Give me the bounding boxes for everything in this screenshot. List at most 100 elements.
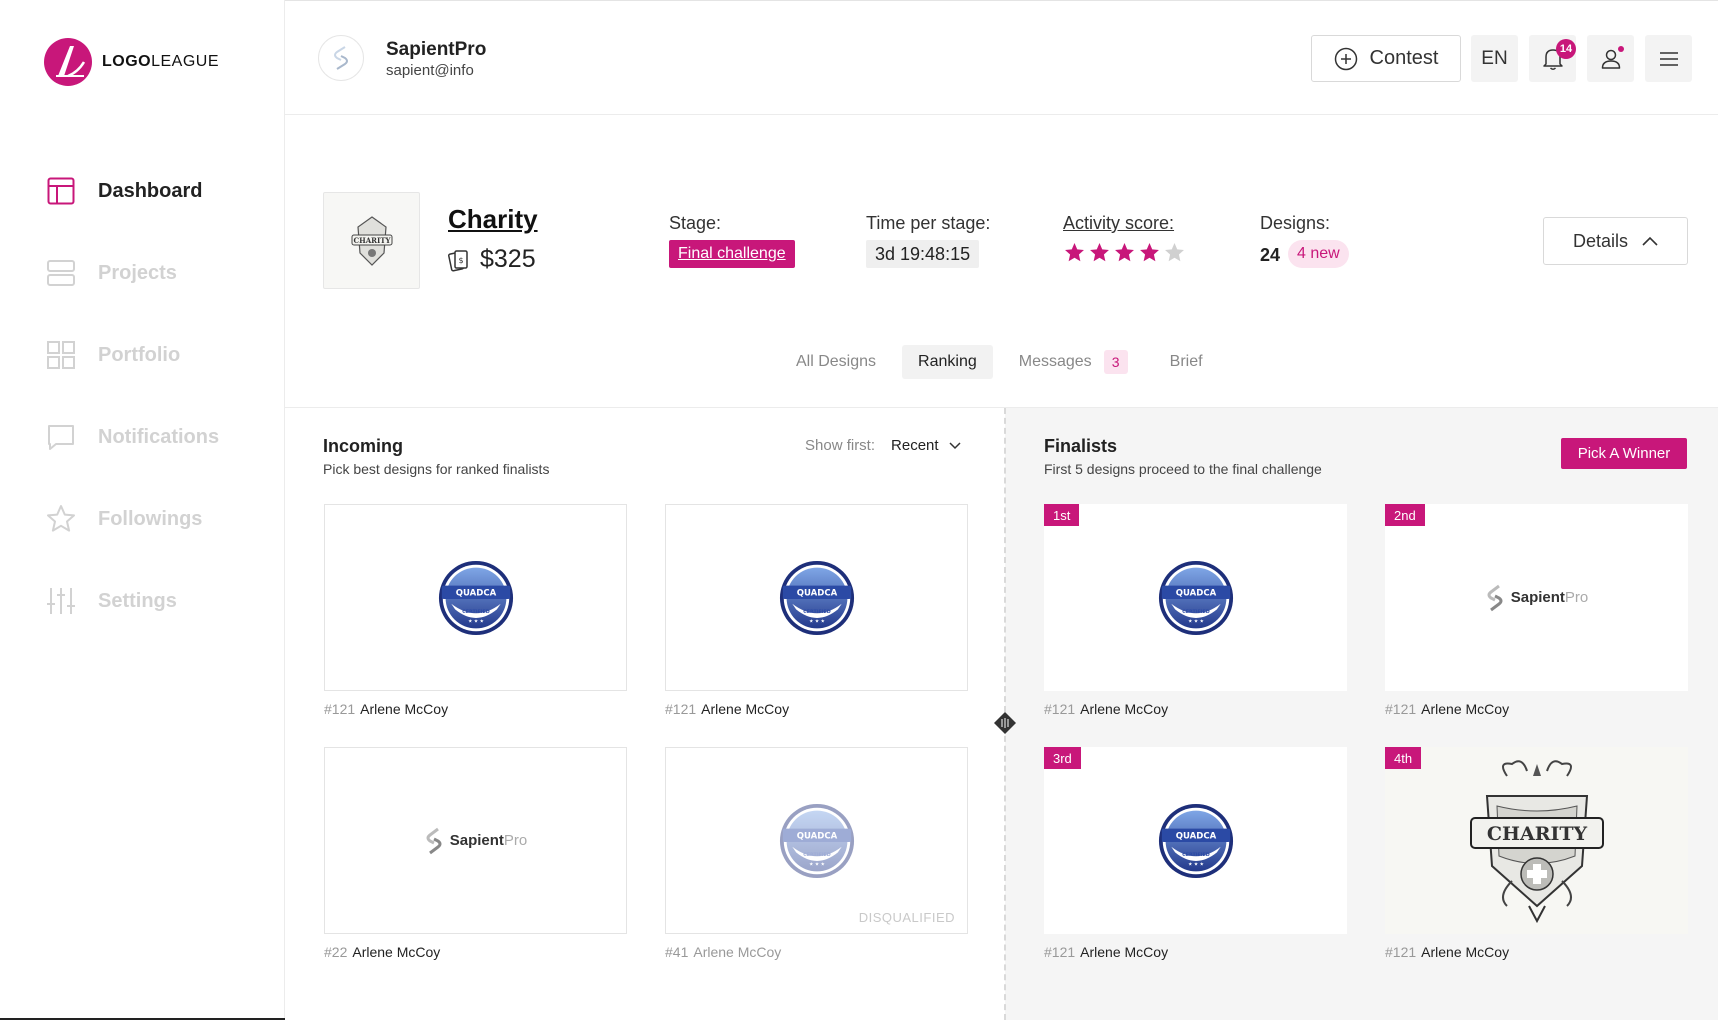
activity-score-label[interactable]: Activity score:	[1063, 213, 1174, 234]
designs-count: 24	[1260, 245, 1281, 265]
incoming-title: Incoming	[323, 436, 403, 456]
messages-count-badge: 3	[1103, 350, 1128, 374]
projects-icon	[46, 258, 76, 288]
sidebar-item-dashboard[interactable]: Dashboard	[46, 176, 219, 206]
star-empty-icon	[1165, 243, 1184, 262]
svg-text:CHARITY: CHARITY	[1486, 823, 1587, 845]
charity-emblem-image: CHARITY	[1469, 759, 1604, 923]
stage-badge[interactable]: Final challenge	[669, 240, 795, 268]
design-meta: #121 Arlene McCoy	[1044, 944, 1169, 960]
sidebar-item-label: Settings	[98, 589, 177, 612]
rank-badge: 2nd	[1385, 504, 1425, 526]
chat-icon	[46, 422, 76, 452]
sidebar-item-followings[interactable]: Followings	[46, 504, 219, 534]
sidebar-item-projects[interactable]: Projects	[46, 258, 219, 288]
new-contest-button[interactable]: Contest	[1311, 35, 1461, 82]
show-first-label: Show first:	[805, 437, 876, 454]
sapientpro-logo-image: Sapient Pro	[424, 827, 527, 855]
design-author: Arlene McCoy	[701, 701, 790, 717]
user-name: SapientPro	[386, 39, 487, 60]
menu-icon	[1659, 51, 1678, 66]
quadca-badge-image	[779, 560, 855, 636]
svg-text:$: $	[458, 256, 463, 265]
sidebar-item-label: Notifications	[98, 425, 220, 448]
sidebar-item-settings[interactable]: Settings	[46, 586, 219, 616]
finalist-design-card[interactable]: 3rd	[1044, 747, 1347, 934]
sapientpro-logo-image: Sapient Pro	[1485, 584, 1588, 612]
sidebar-nav: Dashboard Projects Portfolio Notificatio…	[46, 176, 219, 668]
sapientpro-s-icon	[334, 46, 348, 70]
user-avatar[interactable]	[318, 35, 364, 81]
quadca-badge-image	[779, 803, 855, 879]
design-meta: #121 Arlene McCoy	[1385, 944, 1510, 960]
rank-badge: 3rd	[1044, 747, 1081, 769]
top-header: SapientPro sapient@info Contest EN 14	[285, 0, 1718, 115]
dashboard-icon	[46, 176, 76, 206]
sidebar-item-label: Portfolio	[98, 343, 181, 366]
pick-winner-button[interactable]: Pick A Winner	[1561, 438, 1687, 469]
star-filled-icon	[1065, 243, 1084, 262]
logo-text: LOGOLEAGUE	[102, 53, 220, 70]
design-author: Arlene McCoy	[1080, 944, 1169, 960]
designs-label: Designs:	[1260, 213, 1331, 233]
sliders-icon	[46, 586, 76, 616]
incoming-design-card[interactable]	[324, 504, 627, 691]
sidebar-item-label: Followings	[98, 507, 203, 530]
hamburger-menu-button[interactable]	[1645, 35, 1692, 82]
finalist-design-card[interactable]: 2nd Sapient Pro	[1385, 504, 1688, 691]
rank-badge: 4th	[1385, 747, 1422, 769]
design-meta: #121 Arlene McCoy	[665, 701, 790, 717]
language-selector[interactable]: EN	[1471, 35, 1518, 82]
time-per-stage-label: Time per stage:	[866, 213, 991, 233]
finalist-design-card[interactable]: 1st	[1044, 504, 1347, 691]
design-author: Arlene McCoy	[352, 944, 441, 960]
prize-amount: $325	[480, 245, 536, 273]
finalist-design-card[interactable]: 4th CHARITY	[1385, 747, 1688, 934]
tab-messages[interactable]: Messages 3	[1003, 345, 1144, 379]
finalists-title: Finalists	[1044, 436, 1118, 456]
tab-all-designs[interactable]: All Designs	[780, 345, 892, 379]
design-meta: #121 Arlene McCoy	[324, 701, 449, 717]
portfolio-icon	[46, 340, 76, 370]
quadca-badge-image	[1158, 803, 1234, 879]
disqualified-label: DISQUALIFIED	[858, 910, 955, 925]
sidebar-item-notifications[interactable]: Notifications	[46, 422, 219, 452]
details-button[interactable]: Details	[1543, 217, 1688, 265]
stage-label: Stage:	[669, 213, 722, 233]
plus-circle-icon	[1334, 47, 1357, 70]
contest-button-label: Contest	[1369, 47, 1439, 69]
svg-text:CHARITY: CHARITY	[353, 236, 391, 245]
design-meta: #121 Arlene McCoy	[1385, 701, 1510, 717]
notifications-button[interactable]: 14	[1529, 35, 1576, 82]
sidebar-item-portfolio[interactable]: Portfolio	[46, 340, 219, 370]
tab-ranking[interactable]: Ranking	[902, 345, 993, 379]
incoming-design-card[interactable]	[665, 504, 968, 691]
prize-cards-icon: $	[448, 249, 468, 272]
user-email: sapient@info	[386, 62, 474, 79]
star-filled-icon	[1115, 243, 1134, 262]
chevron-up-icon	[1642, 236, 1658, 246]
contest-title[interactable]: Charity	[448, 204, 538, 235]
logoleague-logo-icon	[44, 38, 92, 86]
contest-prize: $ $325	[448, 245, 536, 274]
contest-thumbnail: CHARITY	[323, 192, 420, 289]
star-filled-icon	[1090, 243, 1109, 262]
sapientpro-s-icon	[1485, 584, 1505, 612]
logo[interactable]: LOGOLEAGUE	[44, 38, 219, 86]
design-meta: #41 Arlene McCoy	[665, 944, 782, 960]
show-first-sort: Show first: Recent	[805, 437, 961, 454]
show-first-dropdown[interactable]: Recent	[891, 437, 961, 454]
resize-handle-icon[interactable]	[994, 712, 1016, 734]
sidebar-item-label: Dashboard	[98, 179, 203, 202]
tab-brief[interactable]: Brief	[1154, 345, 1219, 379]
contest-tabs: All Designs Ranking Messages 3 Brief	[780, 345, 1229, 379]
design-author: Arlene McCoy	[1421, 701, 1510, 717]
user-profile-button[interactable]	[1587, 35, 1634, 82]
design-author: Arlene McCoy	[693, 944, 782, 960]
incoming-design-card-disqualified[interactable]: DISQUALIFIED	[665, 747, 968, 934]
incoming-design-card[interactable]: Sapient Pro	[324, 747, 627, 934]
notifications-badge: 14	[1556, 39, 1576, 59]
rank-badge: 1st	[1044, 504, 1080, 526]
incoming-subtitle: Pick best designs for ranked finalists	[323, 461, 550, 477]
new-designs-badge: 4 new	[1288, 240, 1349, 268]
